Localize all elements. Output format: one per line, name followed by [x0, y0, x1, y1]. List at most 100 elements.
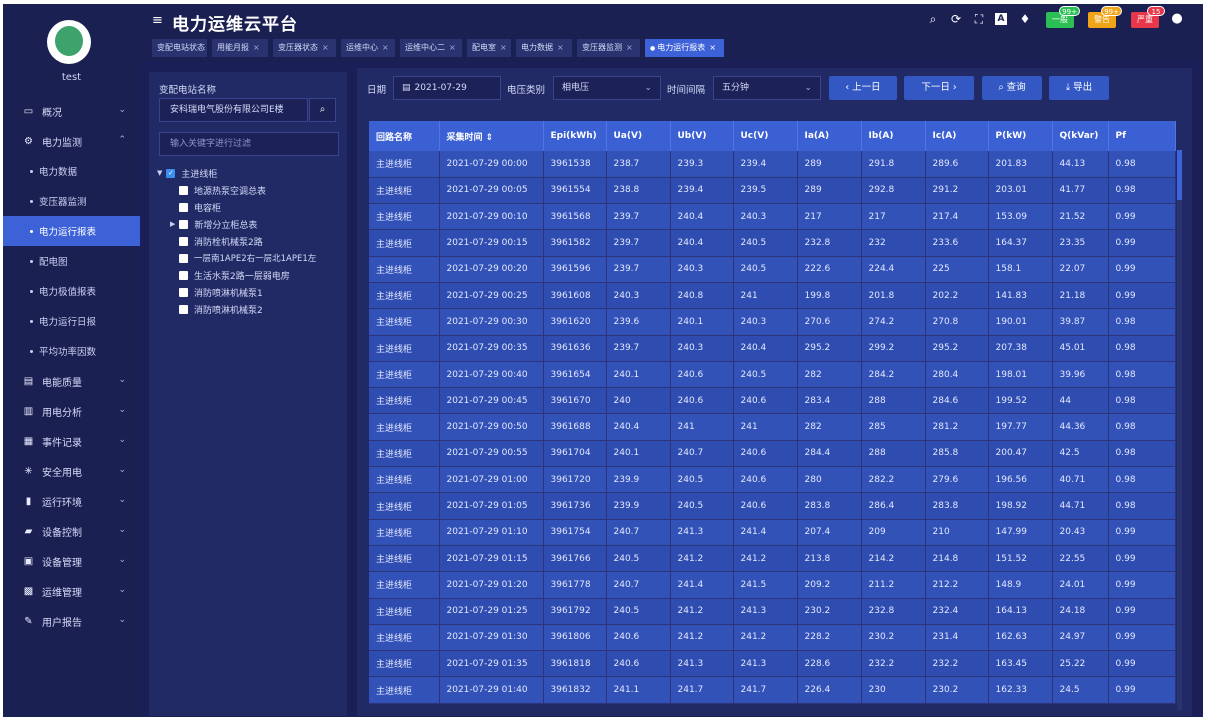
alarm-normal-button[interactable]: 一般 99+	[1046, 6, 1080, 28]
column-header[interactable]: 采集时间 ⇕	[439, 121, 544, 151]
chevron-down-icon: ⌄	[118, 615, 126, 625]
voltage-select[interactable]: 相电压 ⌄	[553, 76, 661, 100]
table-scrollbar[interactable]	[1177, 150, 1182, 710]
next-day-button[interactable]: 下一日 ›	[904, 76, 974, 100]
sidebar-item-power-quality[interactable]: ▤ 电能质量 ⌄	[3, 366, 140, 396]
tree-node[interactable]: ▶ 新增分立柜总表	[170, 217, 257, 231]
table-row: 主进线柜 2021-07-29 00:30 3961620 239.6 240.1 240…	[369, 308, 1176, 336]
tree-node[interactable]: 生活水泵2路一层弱电房	[179, 268, 290, 282]
tab-station-status[interactable]: 变配电站状态	[152, 39, 207, 57]
station-search-button[interactable]: ⌕	[309, 98, 336, 122]
table-cell: 286.4	[861, 492, 926, 520]
tree-node[interactable]: 消防喷淋机械泵1	[179, 285, 263, 299]
tab-power-data[interactable]: 电力数据 ×	[516, 39, 572, 57]
sidebar-item-safe-power[interactable]: ✳ 安全用电 ⌄	[3, 456, 140, 486]
tab-ops-center-2[interactable]: 运维中心二 ×	[400, 39, 462, 57]
sidebar-item-power-monitoring[interactable]: ⚙ 电力监测 ⌃	[3, 126, 140, 156]
sidebar-item-overview[interactable]: ▭ 概况 ⌄	[3, 96, 140, 126]
checkbox[interactable]	[179, 253, 188, 263]
sidebar-item-ops-management[interactable]: ▩ 运维管理 ⌄	[3, 576, 140, 606]
sidebar-item-event-log[interactable]: ▦ 事件记录 ⌄	[3, 426, 140, 456]
menu-icon[interactable]: ≡	[152, 13, 163, 28]
caret-right-icon[interactable]: ▶	[170, 220, 175, 228]
tree-node[interactable]: 地源热泵空调总表	[179, 183, 266, 197]
chevron-right-icon: ›	[949, 82, 957, 93]
sidebar-subitem-extreme-report[interactable]: 电力极值报表	[3, 276, 140, 306]
alarm-severe-button[interactable]: 严重 15	[1131, 6, 1165, 28]
sidebar-subitem-distribution-diagram[interactable]: 配电图	[3, 246, 140, 276]
tree-node[interactable]: 一层南1APE2右一层北1APE1左	[179, 251, 316, 265]
table-cell: 0.99	[1108, 203, 1176, 231]
user-icon[interactable]: ●	[1170, 12, 1184, 26]
close-icon[interactable]: ×	[382, 43, 389, 52]
date-picker[interactable]: ▤ 2021-07-29	[393, 76, 501, 100]
sidebar-item-usage-analysis[interactable]: ▥ 用电分析 ⌄	[3, 396, 140, 426]
tab-ops-center[interactable]: 运维中心 ×	[341, 39, 395, 57]
checkbox[interactable]	[179, 219, 189, 229]
sidebar-item-device-management[interactable]: ▣ 设备管理 ⌄	[3, 546, 140, 576]
table-cell: 231.4	[925, 624, 989, 652]
close-icon[interactable]: ×	[709, 43, 716, 52]
sidebar-subitem-power-factor[interactable]: 平均功率因数	[3, 336, 140, 366]
table-row: 主进线柜 2021-07-29 00:10 3961568 239.7 240.4 240…	[369, 203, 1176, 231]
checkbox[interactable]	[179, 304, 188, 314]
fullscreen-icon[interactable]: ⛶	[972, 12, 986, 26]
interval-select[interactable]: 五分钟 ⌄	[713, 76, 821, 100]
sidebar-item-device-control[interactable]: ▰ 设备控制 ⌄	[3, 516, 140, 546]
sidebar-subitem-transformer[interactable]: 变压器监测	[3, 186, 140, 216]
caret-down-icon[interactable]: ▼	[157, 169, 162, 177]
close-icon[interactable]: ×	[626, 43, 633, 52]
sidebar-subitem-power-data[interactable]: 电力数据	[3, 156, 140, 186]
sidebar-item-user-report[interactable]: ✎ 用户报告 ⌄	[3, 606, 140, 636]
table-cell: 289.6	[925, 151, 989, 178]
checkbox[interactable]	[179, 236, 188, 246]
close-icon[interactable]: ×	[253, 43, 260, 52]
tab-transformer-status[interactable]: 变压器状态 ×	[273, 39, 336, 57]
sidebar-item-environment[interactable]: ▮ 运行环境 ⌄	[3, 486, 140, 516]
prev-day-button[interactable]: ‹ 上一日	[829, 76, 897, 100]
tab-power-report[interactable]: ● 电力运行报表 ×	[645, 39, 724, 57]
close-icon[interactable]: ×	[500, 43, 507, 52]
bullet-icon	[30, 229, 33, 233]
checkbox[interactable]	[179, 270, 188, 280]
table-cell: 207.38	[988, 335, 1053, 362]
tab-bar: 变配电站状态 用能月报 × 变压器状态 × 运维中心 × 运维中心二 × 配电室 × 电力…	[140, 37, 1203, 61]
tree-root[interactable]: ▼ ✓ 主进线柜	[157, 166, 217, 180]
tab-distribution-room[interactable]: 配电室 ×	[467, 39, 511, 57]
query-button[interactable]: ⌕ 查询	[982, 76, 1042, 100]
sidebar-item-label: 运行环境	[42, 497, 82, 509]
table-cell: 3961736	[543, 492, 607, 520]
tree-node[interactable]: 消防喷淋机械泵2	[179, 302, 263, 316]
shirt-icon[interactable]: ♦	[1018, 12, 1032, 26]
checkbox[interactable]: ✓	[166, 168, 176, 178]
close-icon[interactable]: ×	[322, 43, 329, 52]
table-cell: 239.7	[606, 229, 671, 257]
sidebar-subitem-power-report[interactable]: 电力运行报表	[3, 216, 140, 246]
close-icon[interactable]: ×	[557, 43, 564, 52]
station-input[interactable]: 安科瑞电气股份有限公司E楼	[159, 98, 308, 122]
table-cell: 240.5	[606, 598, 671, 625]
scrollbar-thumb[interactable]	[1177, 150, 1182, 200]
close-icon[interactable]: ×	[449, 43, 456, 52]
tree-node[interactable]: 电容柜	[179, 200, 221, 214]
avatar[interactable]	[47, 20, 91, 64]
table-cell: 199.52	[988, 387, 1053, 415]
table-cell: 232.8	[797, 229, 862, 257]
text-size-icon[interactable]: A	[995, 13, 1007, 25]
tab-monthly-report[interactable]: 用能月报 ×	[212, 39, 268, 57]
table-cell: 2021-07-29 00:15	[439, 229, 544, 257]
table-cell: 39.87	[1052, 308, 1109, 336]
sidebar-subitem-daily-report[interactable]: 电力运行日报	[3, 306, 140, 336]
tree-node[interactable]: 消防栓机械泵2路	[179, 234, 263, 248]
export-button[interactable]: ⤓ 导出	[1049, 76, 1109, 100]
table-cell: 239.4	[670, 177, 734, 205]
filter-input[interactable]: 输入关键字进行过滤	[159, 132, 339, 156]
refresh-icon[interactable]: ⟳	[949, 12, 963, 26]
checkbox[interactable]	[179, 287, 188, 297]
alarm-warning-button[interactable]: 警告 99+	[1088, 6, 1122, 28]
checkbox[interactable]	[179, 185, 188, 195]
tab-transformer-monitor[interactable]: 变压器监测 ×	[577, 39, 640, 57]
search-icon[interactable]: ⌕	[926, 12, 940, 26]
table-cell: 291.8	[861, 151, 926, 178]
checkbox[interactable]	[179, 202, 188, 212]
